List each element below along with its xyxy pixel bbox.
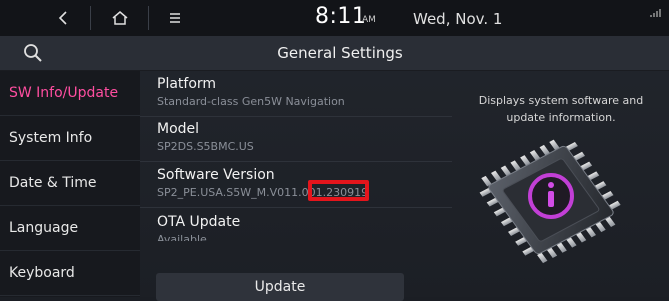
sidebar-item-system-info[interactable]: System Info (0, 116, 140, 161)
ota-update-title: OTA Update (157, 214, 241, 230)
menu-button[interactable] (150, 0, 200, 36)
list-item-platform: Platform Standard-class Gen5W Navigation (140, 71, 452, 117)
software-version-title: Software Version (157, 167, 275, 183)
sidebar-item-label: SW Info/Update (9, 85, 119, 101)
date-label: Wed, Nov. 1 (413, 10, 503, 28)
sidebar-item-label: System Info (9, 130, 93, 146)
back-button[interactable] (38, 0, 88, 36)
clock-ampm: AM (362, 15, 376, 25)
menu-icon (170, 13, 180, 23)
model-value: SP2DS.S5BMC.US (157, 140, 254, 153)
status-bar: 8:11 AM Wed, Nov. 1 (0, 0, 669, 36)
infotainment-screen: 8:11 AM Wed, Nov. 1 General Settings SW … (0, 0, 669, 301)
home-icon (112, 11, 128, 25)
list-item-software-version: Software Version SP2_PE.USA.S5W_M.V011.0… (140, 161, 452, 208)
platform-title: Platform (157, 76, 217, 92)
clock-time: 8:11 (315, 4, 367, 29)
processor-chip-icon (479, 139, 621, 264)
sidebar-item-date-time[interactable]: Date & Time (0, 161, 140, 206)
sidebar-item-language[interactable]: Language (0, 206, 140, 251)
software-version-prefix: SP2_PE.USA.S5W_M.V011.00 (157, 186, 316, 199)
ota-update-value: Available (157, 233, 207, 241)
search-button[interactable] (22, 42, 44, 64)
version-highlight-box (308, 180, 369, 201)
sidebar-item-label: Date & Time (9, 175, 97, 191)
signal-icon (650, 8, 662, 20)
model-title: Model (157, 121, 200, 137)
sidebar: SW Info/Update System Info Date & Time L… (0, 71, 140, 297)
sidebar-item-keyboard[interactable]: Keyboard (0, 251, 140, 296)
search-icon (24, 44, 42, 62)
list-item-ota-update[interactable]: OTA Update Available (140, 207, 452, 262)
divider (90, 6, 91, 30)
platform-value: Standard-class Gen5W Navigation (157, 95, 345, 108)
divider (148, 6, 149, 30)
list-item-model: Model SP2DS.S5BMC.US (140, 116, 452, 162)
home-button[interactable] (95, 0, 145, 36)
software-info-list: Platform Standard-class Gen5W Navigation… (140, 71, 452, 297)
section-description: Displays system software and update info… (478, 94, 644, 124)
sidebar-item-label: Language (9, 220, 79, 236)
back-chevron-icon (58, 11, 67, 25)
sidebar-item-label: Keyboard (9, 265, 75, 281)
page-title: General Settings (277, 44, 403, 62)
sidebar-item-sw-info-update[interactable]: SW Info/Update (0, 71, 140, 116)
